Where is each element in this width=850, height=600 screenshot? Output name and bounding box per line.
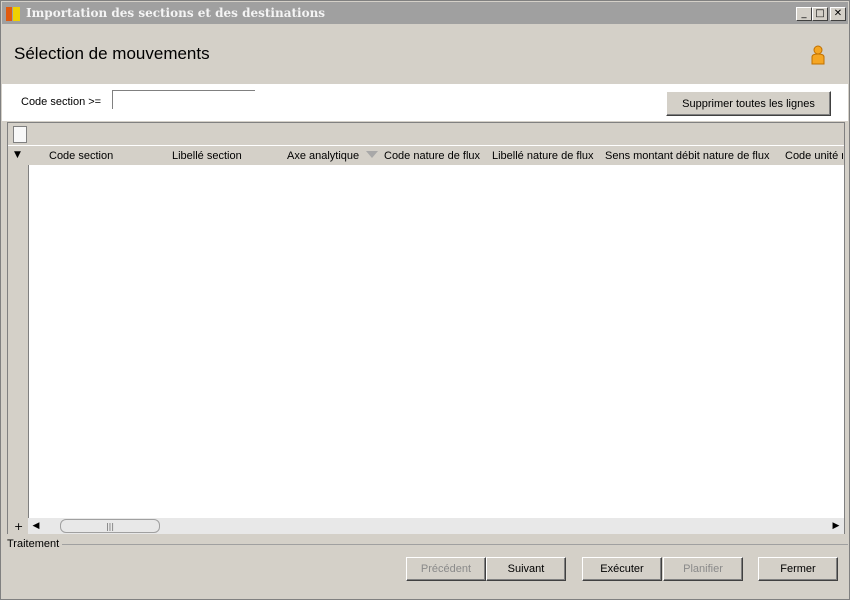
sort-indicator-icon xyxy=(366,151,378,158)
scroll-right-icon[interactable]: ▶ xyxy=(830,520,842,532)
grid-document-icon[interactable] xyxy=(13,126,27,143)
code-section-label: Code section >= xyxy=(21,96,102,108)
execute-button[interactable]: Exécuter xyxy=(582,557,662,581)
row-selector-column xyxy=(8,145,29,534)
column-header-libelle-section[interactable]: Libellé section xyxy=(172,150,242,162)
title-bar[interactable]: Importation des sections et des destinat… xyxy=(2,2,848,24)
schedule-button[interactable]: Planifier xyxy=(663,557,743,581)
user-icon[interactable] xyxy=(810,45,826,65)
column-header-code-nature-flux[interactable]: Code nature de flux xyxy=(384,150,480,162)
app-icon xyxy=(6,7,20,21)
code-section-input[interactable] xyxy=(112,90,255,109)
grid-header: ▼ Code section Libellé section Axe analy… xyxy=(8,145,844,165)
maximize-button[interactable]: □ xyxy=(812,7,828,21)
column-header-code-unite[interactable]: Code unité n xyxy=(785,150,843,162)
delete-all-lines-button[interactable]: Supprimer toutes les lignes xyxy=(666,91,831,116)
filter-bar: Code section >= Supprimer toutes les lig… xyxy=(2,84,848,121)
add-row-button[interactable]: + xyxy=(14,520,23,533)
column-menu-icon[interactable]: ▼ xyxy=(14,150,21,160)
page-title: Sélection de mouvements xyxy=(14,44,210,63)
previous-button[interactable]: Précédent xyxy=(406,557,486,581)
main-window: Importation des sections et des destinat… xyxy=(0,0,850,600)
page-header: Sélection de mouvements xyxy=(2,25,848,83)
minimize-button[interactable]: _ xyxy=(796,7,812,21)
close-button[interactable]: ✕ xyxy=(830,7,846,21)
horizontal-scrollbar[interactable]: ◀ ||| ▶ xyxy=(28,518,844,534)
close-dialog-button[interactable]: Fermer xyxy=(758,557,838,581)
status-divider xyxy=(62,544,848,545)
status-label: Traitement xyxy=(7,538,60,550)
data-grid: ▼ Code section Libellé section Axe analy… xyxy=(7,122,845,535)
next-button[interactable]: Suivant xyxy=(486,557,566,581)
column-header-sens-montant-debit[interactable]: Sens montant débit nature de flux xyxy=(605,150,770,162)
grid-toolbar xyxy=(8,123,844,145)
column-header-code-section[interactable]: Code section xyxy=(49,150,113,162)
scroll-left-icon[interactable]: ◀ xyxy=(30,520,42,532)
column-header-axe-analytique[interactable]: Axe analytique xyxy=(287,150,359,162)
scroll-thumb[interactable]: ||| xyxy=(60,519,160,533)
window-title: Importation des sections et des destinat… xyxy=(26,6,326,20)
column-header-libelle-nature-flux[interactable]: Libellé nature de flux xyxy=(492,150,594,162)
status-area: Traitement Précédent Suivant Exécuter Pl… xyxy=(2,534,848,598)
